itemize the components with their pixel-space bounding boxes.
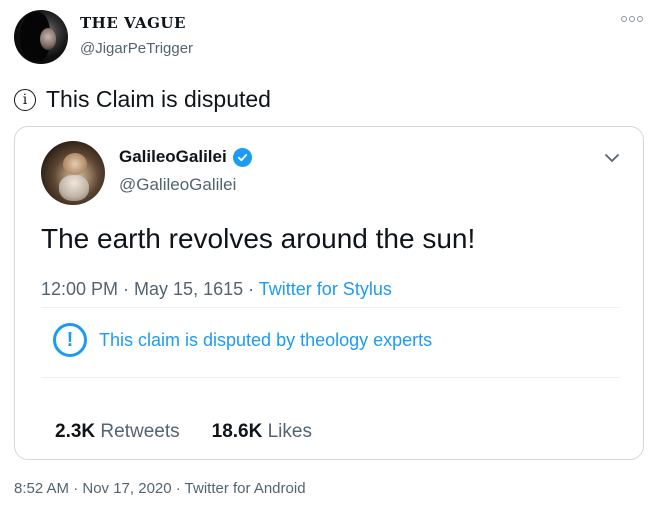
tweet-timestamp[interactable]: 8:52 AM · Nov 17, 2020 · Twitter for And…	[14, 480, 306, 497]
quoted-tweet-card[interactable]: GalileoGalilei @GalileoGalilei The earth…	[14, 126, 644, 460]
quoted-handle: @GalileoGalilei	[119, 175, 237, 194]
likes-label: Likes	[267, 421, 312, 442]
retweets-stat: 2.3K Retweets	[55, 421, 180, 443]
more-options-icon[interactable]	[621, 16, 643, 22]
chevron-down-icon	[605, 154, 619, 162]
dispute-label: ! This claim is disputed by theology exp…	[53, 323, 432, 357]
retweets-label: Retweets	[100, 421, 180, 442]
likes-stat: 18.6K Likes	[212, 421, 312, 443]
dispute-label-text: This claim is disputed by theology exper…	[99, 329, 433, 350]
retweets-count: 2.3K	[55, 421, 96, 442]
quoted-avatar	[41, 141, 105, 205]
author-display-name[interactable]: THE VAGUE	[80, 14, 186, 32]
divider	[41, 377, 619, 378]
info-icon: i	[14, 88, 36, 111]
quoted-display-name: GalileoGalilei	[119, 147, 227, 166]
disputed-notice: i This Claim is disputed	[14, 86, 271, 113]
quoted-tweet-source: Twitter for Stylus	[258, 279, 392, 299]
exclamation-icon: !	[53, 323, 87, 357]
divider	[41, 307, 619, 308]
engagement-stats: 2.3K Retweets 18.6K Likes	[55, 421, 312, 443]
quoted-tweet-text: The earth revolves around the sun!	[41, 223, 476, 254]
disputed-notice-text: This Claim is disputed	[46, 86, 271, 112]
author-handle[interactable]: @JigarPeTrigger	[80, 40, 193, 57]
verified-badge-icon	[232, 147, 252, 167]
quoted-tweet-time: 12:00 PM · May 15, 1615 ·	[41, 279, 259, 299]
quoted-tweet-meta: 12:00 PM · May 15, 1615 · Twitter for St…	[41, 279, 392, 300]
author-avatar[interactable]	[14, 10, 68, 64]
likes-count: 18.6K	[211, 421, 263, 442]
quoted-display-name-row: GalileoGalilei	[119, 147, 252, 167]
